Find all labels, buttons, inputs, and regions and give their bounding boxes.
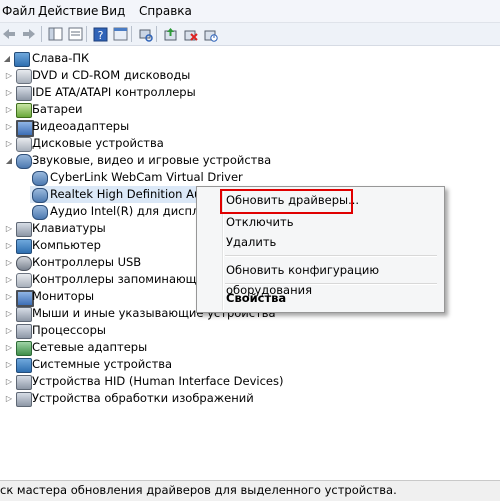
menu-item-properties[interactable]: Свойства	[226, 288, 286, 308]
svg-text:?: ?	[97, 29, 103, 42]
sound-device-icon	[16, 154, 32, 169]
tree-item-label: Звуковые, видео и игровые устройства	[32, 153, 272, 167]
network-adapter-icon	[16, 341, 32, 356]
expand-icon[interactable]: ▷	[4, 305, 14, 322]
scan-hardware-icon[interactable]	[136, 25, 154, 43]
ide-controller-icon	[16, 86, 32, 101]
highlight-annotation	[220, 189, 353, 214]
uninstall-icon[interactable]	[181, 25, 199, 43]
toolbar-separator	[156, 26, 157, 42]
update-driver-icon[interactable]	[161, 25, 179, 43]
tree-item-label: Сетевые адаптеры	[32, 340, 148, 354]
expand-icon[interactable]: ▷	[4, 118, 14, 135]
expand-icon[interactable]: ▷	[4, 84, 14, 101]
dvd-drive-icon	[16, 69, 32, 84]
tree-root-label: Слава-ПК	[32, 51, 90, 65]
menu-file[interactable]: Файл	[1, 3, 36, 19]
console-window-icon[interactable]	[111, 25, 129, 43]
hid-device-icon	[16, 375, 32, 390]
expand-icon[interactable]: ▷	[4, 67, 14, 84]
tree-subitem-selected[interactable]: Realtek High Definition Audio	[30, 186, 219, 203]
tree-item-label: Дисковые устройства	[32, 136, 164, 150]
tree-item-label: Клавиатуры	[32, 221, 106, 235]
properties-icon[interactable]	[66, 25, 84, 43]
menu-action[interactable]: Действие	[37, 3, 99, 19]
imaging-device-icon	[16, 392, 32, 407]
mouse-icon	[16, 307, 32, 322]
tree-item-label: Устройства обработки изображений	[32, 391, 254, 405]
tree-item-label: Устройства HID (Human Interface Devices)	[32, 374, 284, 388]
tree-subitem-label: Аудио Intel(R) для дисплеев	[50, 204, 221, 218]
system-device-icon	[16, 358, 32, 373]
console-tree-icon[interactable]	[46, 25, 64, 43]
tree-subitem-label: Realtek High Definition Audio	[50, 187, 219, 201]
expand-icon[interactable]: ▷	[4, 101, 14, 118]
battery-icon	[16, 103, 32, 118]
processor-icon	[16, 324, 32, 339]
tree-item-label: DVD и CD-ROM дисководы	[32, 68, 191, 82]
keyboard-icon	[16, 222, 32, 237]
menu-item-uninstall[interactable]: Удалить	[226, 232, 276, 252]
expand-icon[interactable]: ▷	[4, 237, 14, 254]
back-icon[interactable]	[0, 25, 18, 43]
expand-icon[interactable]: ▷	[4, 271, 14, 288]
menu-separator	[225, 255, 437, 257]
tree-item-label: Контроллеры USB	[32, 255, 142, 269]
expand-icon[interactable]: ▷	[4, 373, 14, 390]
tree-item-label: Видеоадаптеры	[32, 119, 130, 133]
menu-help[interactable]: Справка	[138, 3, 193, 19]
menu-view[interactable]: Вид	[100, 3, 126, 19]
tree-item-label: Компьютер	[32, 238, 101, 252]
tree-item-label: IDE ATA/ATAPI контроллеры	[32, 85, 196, 99]
toolbar-separator	[86, 26, 87, 42]
disable-icon[interactable]	[201, 25, 219, 43]
menu-item-disable[interactable]: Отключить	[226, 212, 293, 232]
tree-subitem-label: CyberLink WebCam Virtual Driver	[50, 170, 243, 184]
menu-item-scan-hardware[interactable]: Обновить конфигурацию оборудования	[226, 260, 444, 297]
expand-icon[interactable]: ▷	[4, 254, 14, 271]
audio-device-icon	[32, 205, 48, 220]
expand-icon[interactable]: ▷	[4, 288, 14, 305]
collapse-icon[interactable]: ◢	[2, 50, 12, 67]
expand-icon[interactable]: ▷	[4, 339, 14, 356]
computer-icon	[14, 52, 30, 67]
disk-drive-icon	[16, 137, 32, 152]
menu-bar: Файл Действие Вид Справка	[0, 0, 500, 23]
audio-device-icon	[32, 188, 48, 203]
storage-controller-icon	[16, 273, 32, 288]
expand-icon[interactable]: ▷	[4, 220, 14, 237]
tree-item-label: Батареи	[32, 102, 83, 116]
status-bar: ск мастера обновления драйверов для выде…	[0, 480, 500, 501]
tree-item-label: Процессоры	[32, 323, 106, 337]
audio-device-icon	[32, 171, 48, 186]
menu-separator	[225, 283, 437, 285]
forward-icon[interactable]	[20, 25, 38, 43]
toolbar-separator	[41, 26, 42, 42]
tree-item-label: Мониторы	[32, 289, 95, 303]
help-icon[interactable]: ?	[91, 25, 109, 43]
usb-controller-icon	[16, 256, 32, 271]
expand-icon[interactable]: ▷	[4, 390, 14, 407]
expand-icon[interactable]: ▷	[4, 322, 14, 339]
computer-icon	[16, 239, 32, 254]
toolbar-separator	[131, 26, 132, 42]
collapse-icon[interactable]: ◢	[4, 152, 14, 169]
tree-item-label: Системные устройства	[32, 357, 173, 371]
toolbar: ?	[0, 23, 500, 46]
status-text: ск мастера обновления драйверов для выде…	[0, 483, 397, 497]
expand-icon[interactable]: ▷	[4, 135, 14, 152]
expand-icon[interactable]: ▷	[4, 356, 14, 373]
